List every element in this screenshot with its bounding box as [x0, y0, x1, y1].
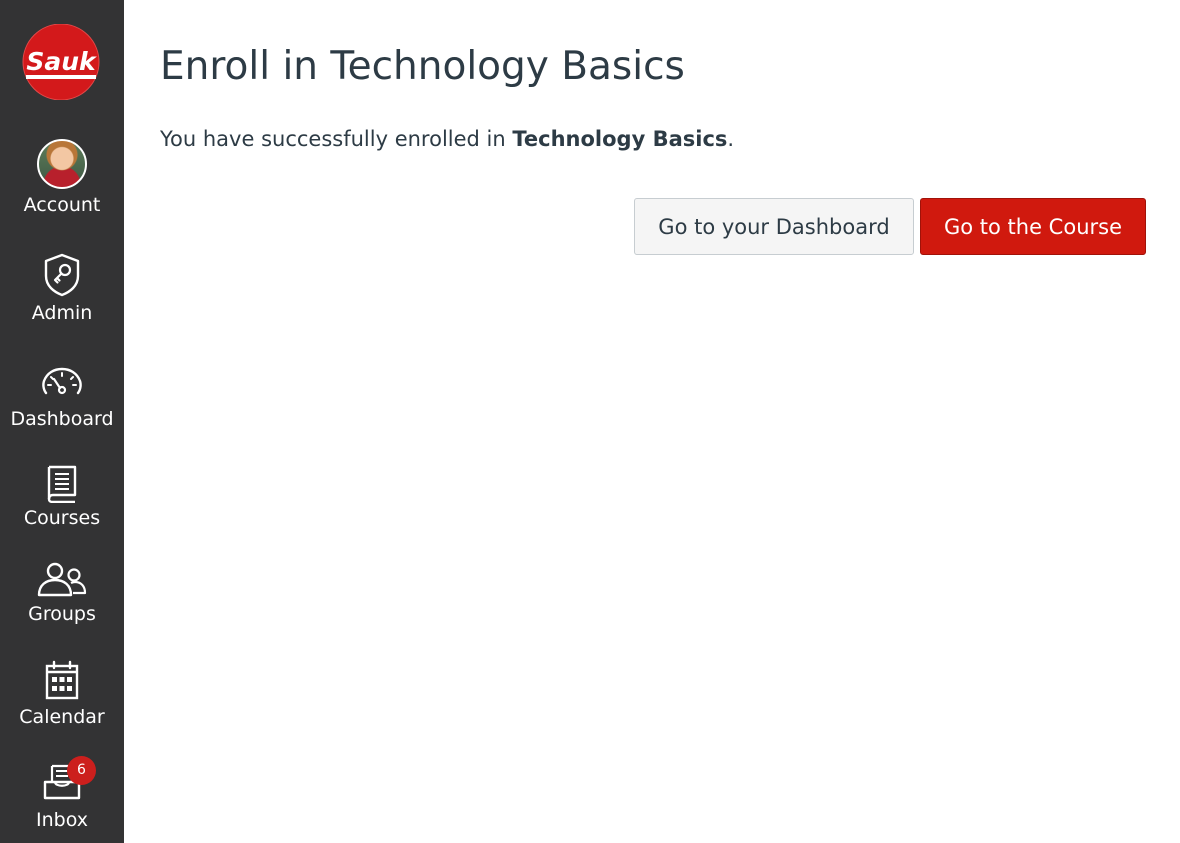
sidebar-item-label: Account: [23, 194, 101, 216]
course-name: Technology Basics: [512, 127, 728, 151]
sidebar-item-label: Calendar: [19, 706, 105, 728]
sidebar-item-account[interactable]: Account: [0, 139, 124, 216]
inbox-unread-badge: 6: [67, 756, 96, 785]
global-nav-sidebar: Sauk Account Admin Dashboard Courses Gro…: [0, 0, 124, 843]
shield-icon: [44, 253, 80, 297]
sidebar-item-dashboard[interactable]: Dashboard: [0, 364, 124, 430]
sidebar-item-calendar[interactable]: Calendar: [0, 660, 124, 728]
book-icon: [47, 465, 77, 503]
calendar-icon: [45, 660, 79, 700]
sidebar-item-label: Dashboard: [10, 408, 114, 430]
people-icon: [37, 562, 87, 597]
sidebar-item-groups[interactable]: Groups: [0, 561, 124, 625]
page-title: Enroll in Technology Basics: [160, 44, 685, 89]
main-content: Enroll in Technology Basics You have suc…: [124, 0, 1180, 843]
go-to-dashboard-button[interactable]: Go to your Dashboard: [634, 198, 914, 255]
sidebar-item-inbox[interactable]: 6 Inbox: [0, 756, 124, 831]
sauk-logo-mark: Sauk: [22, 23, 100, 101]
enrollment-success-message: You have successfully enrolled in Techno…: [160, 127, 734, 151]
app: Sauk Account Admin Dashboard Courses Gro…: [0, 0, 1180, 843]
sidebar-item-label: Admin: [31, 302, 93, 324]
message-suffix: .: [727, 127, 735, 151]
sidebar-item-courses[interactable]: Courses: [0, 463, 124, 529]
sidebar-item-label: Groups: [28, 603, 96, 625]
message-text: You have successfully enrolled in: [160, 127, 513, 151]
avatar: [37, 139, 87, 189]
sidebar-item-label: Inbox: [36, 809, 88, 831]
go-to-course-button[interactable]: Go to the Course: [920, 198, 1146, 255]
speedometer-icon: [42, 367, 82, 395]
sauk-logo[interactable]: Sauk: [20, 23, 102, 101]
logo-text: Sauk: [26, 47, 97, 76]
sidebar-item-label: Courses: [23, 507, 101, 529]
sidebar-item-admin[interactable]: Admin: [0, 252, 124, 324]
